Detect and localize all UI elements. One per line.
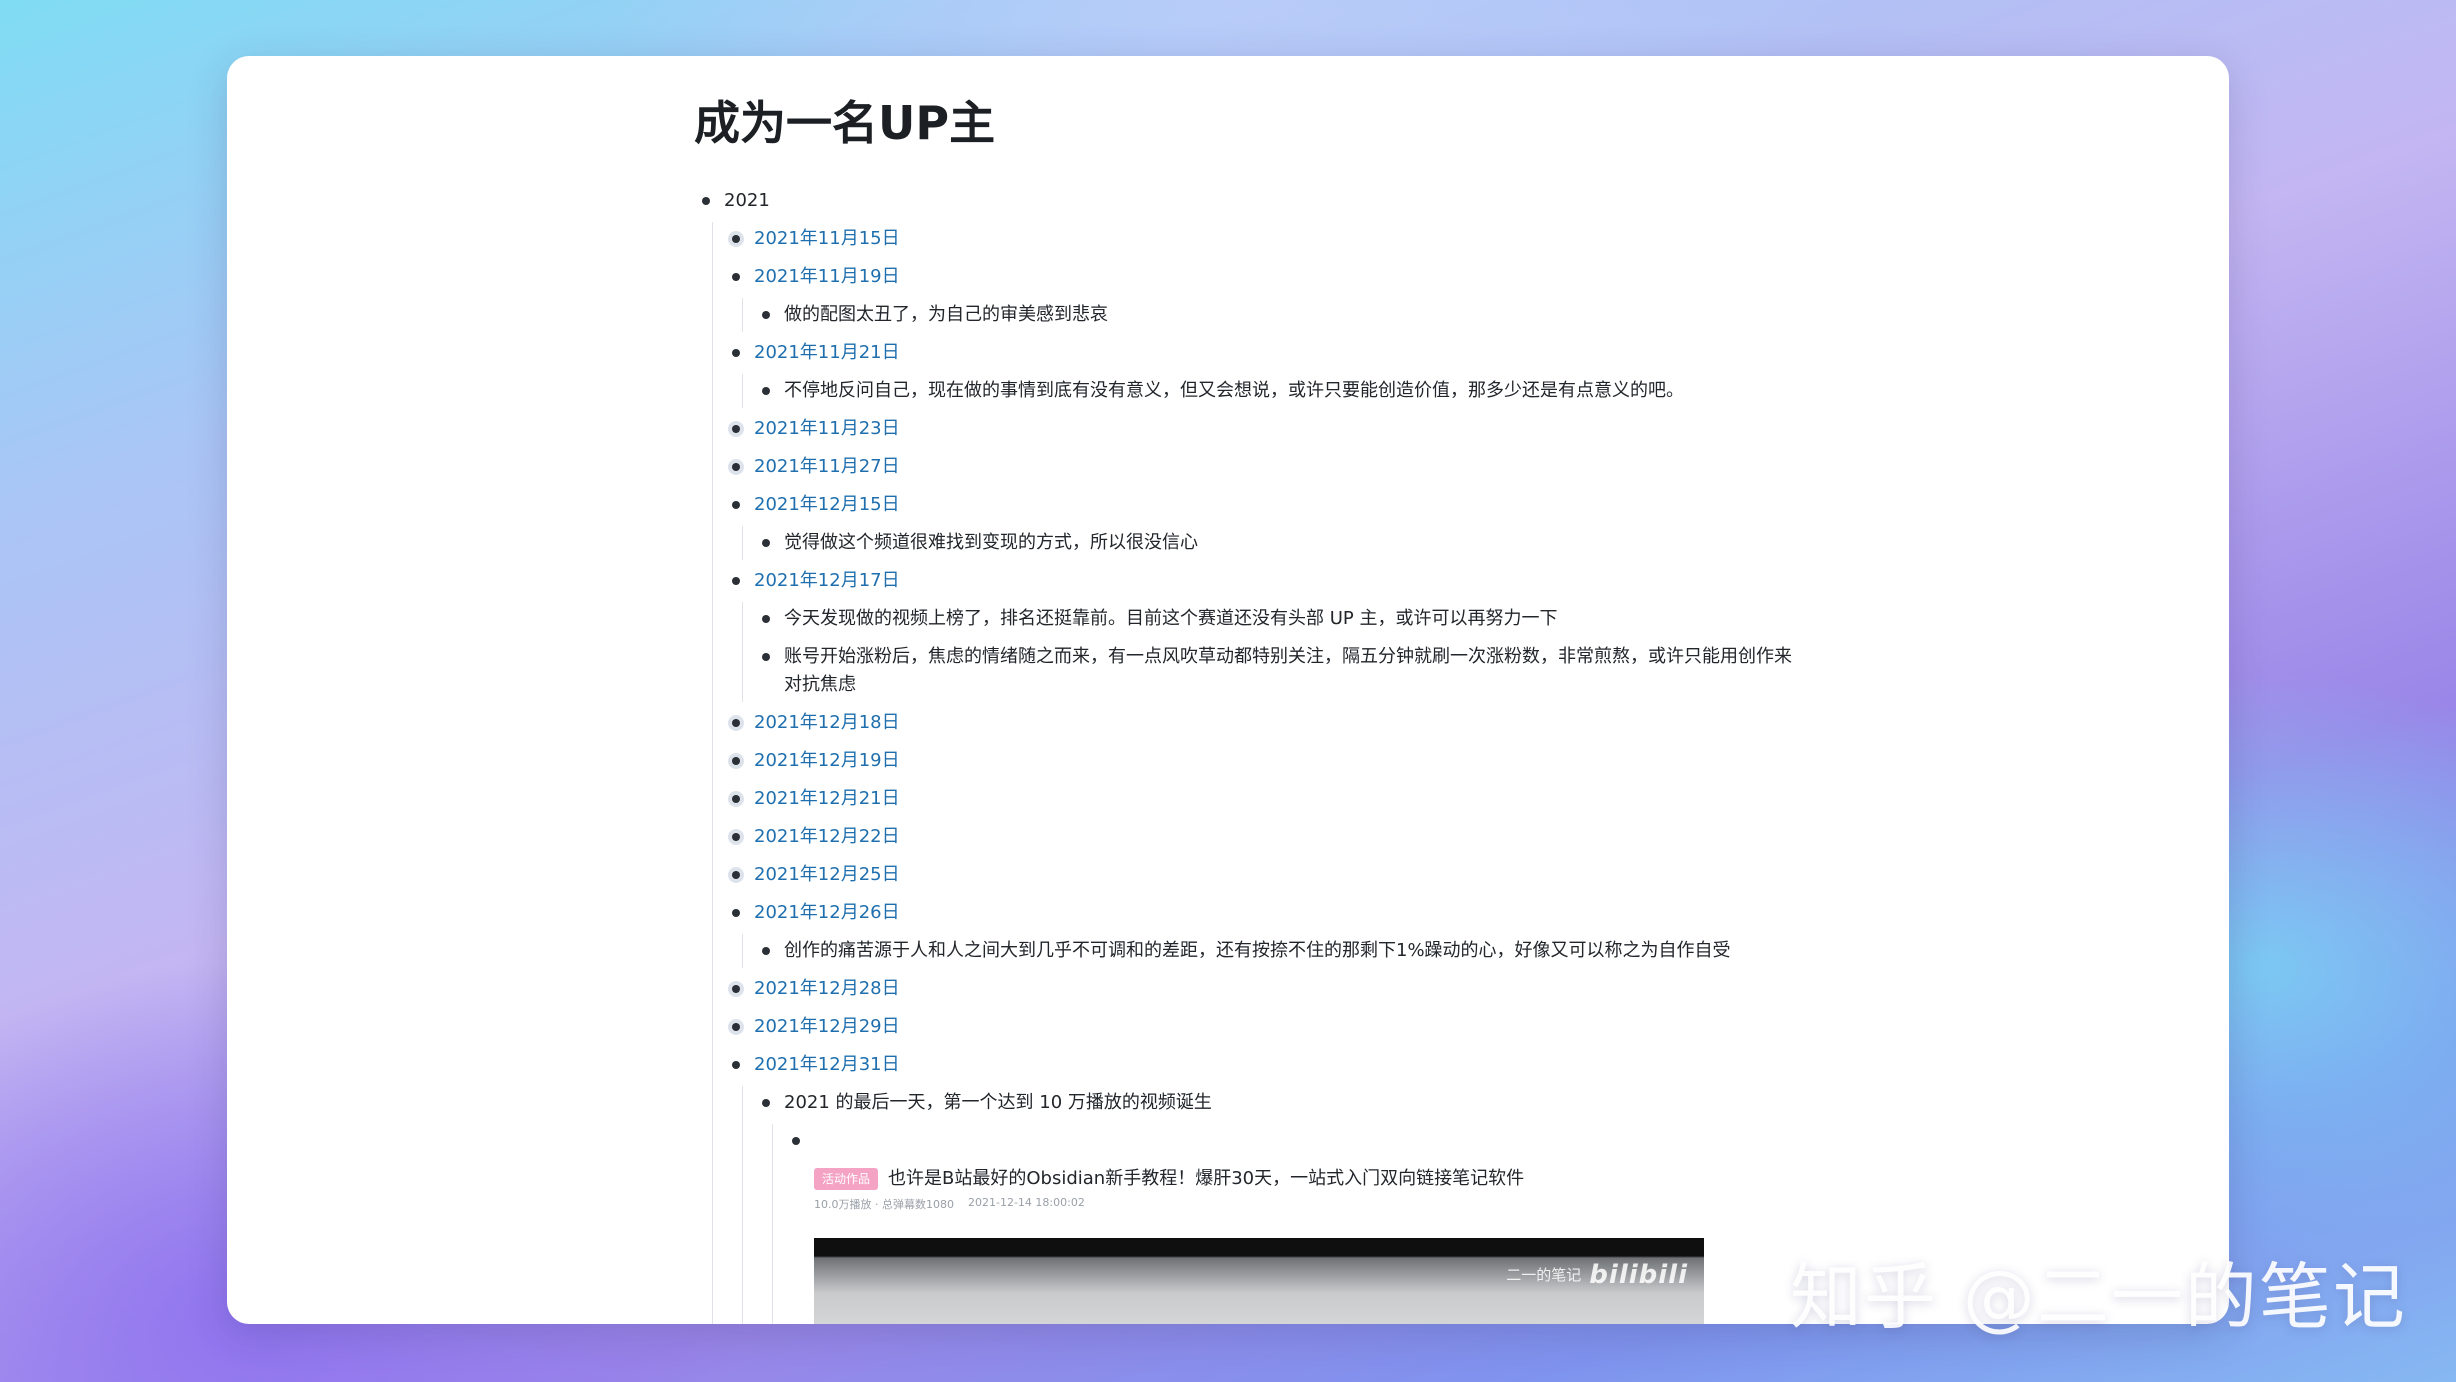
date-link[interactable]: 2021年11月27日 — [754, 456, 900, 477]
note-list: 觉得做这个频道很难找到变现的方式，所以很没信心 — [742, 524, 1794, 562]
note-text: 创作的痛苦源于人和人之间大到几乎不可调和的差距，还有按捺不住的那剩下1%躁动的心… — [784, 939, 1731, 961]
video-frame-caption: 二一的笔记 — [1506, 1266, 1582, 1285]
date-link[interactable]: 2021年12月28日 — [754, 978, 900, 999]
bullet-icon[interactable] — [732, 794, 740, 803]
bullet-icon[interactable] — [762, 538, 770, 547]
note-list: 不停地反问自己，现在做的事情到底有没有意义，但又会想说，或许只要能创造价值，那多… — [742, 372, 1794, 410]
bullet-icon[interactable] — [732, 870, 740, 879]
video-title-row: 活动作品 也许是B站最好的Obsidian新手教程！爆肝30天，一站式入门双向链接… — [814, 1166, 1794, 1192]
activity-badge: 活动作品 — [814, 1167, 879, 1190]
bullet-icon[interactable] — [702, 196, 710, 205]
video-player[interactable]: 二一的笔记 bilibili — [814, 1237, 1704, 1324]
note-item: 账号开始涨粉后，焦虑的情绪随之而来，有一点风吹草动都特别关注，隔五分钟就刷一次涨… — [754, 638, 1794, 704]
embed-item: 活动作品 也许是B站最好的Obsidian新手教程！爆肝30天，一站式入门双向链接… — [784, 1122, 1794, 1324]
video-meta: 10.0万播放 · 总弹幕数1080 2021-12-14 18:00:02 — [814, 1196, 1794, 1212]
bullet-icon[interactable] — [732, 718, 740, 727]
note-text: 不停地反问自己，现在做的事情到底有没有意义，但又会想说，或许只要能创造价值，那多… — [784, 379, 1684, 401]
page-title: 成为一名UP主 — [694, 96, 996, 150]
video-views: 10.0万播放 · 总弹幕数1080 — [814, 1197, 954, 1211]
note-window: 成为一名UP主 2021 2021年11月15日 2021年11月19日做的配图太… — [227, 56, 2229, 1324]
note-text: 今天发现做的视频上榜了，排名还挺靠前。目前这个赛道还没有头部 UP 主，或许可以… — [784, 607, 1558, 629]
date-link[interactable]: 2021年11月23日 — [754, 418, 900, 439]
date-link[interactable]: 2021年11月19日 — [754, 266, 900, 287]
note-text: 账号开始涨粉后，焦虑的情绪随之而来，有一点风吹草动都特别关注，隔五分钟就刷一次涨… — [784, 645, 1792, 695]
date-list: 2021年11月15日 2021年11月19日做的配图太丑了，为自己的审美感到悲哀… — [712, 220, 1794, 1324]
bullet-icon[interactable] — [732, 984, 740, 993]
date-link[interactable]: 2021年12月25日 — [754, 864, 900, 885]
note-item: 不停地反问自己，现在做的事情到底有没有意义，但又会想说，或许只要能创造价值，那多… — [754, 372, 1794, 410]
note-item: 做的配图太丑了，为自己的审美感到悲哀 — [754, 296, 1794, 334]
note-item: 觉得做这个频道很难找到变现的方式，所以很没信心 — [754, 524, 1794, 562]
bullet-icon[interactable] — [762, 386, 770, 395]
document: 成为一名UP主 2021 2021年11月15日 2021年11月19日做的配图太… — [694, 94, 1794, 1324]
bullet-icon[interactable] — [732, 832, 740, 841]
date-entry: 2021年12月25日 — [724, 856, 1794, 894]
bullet-icon[interactable] — [732, 908, 740, 917]
date-entry: 2021年12月26日创作的痛苦源于人和人之间大到几乎不可调和的差距，还有按捺不… — [724, 894, 1794, 970]
date-link[interactable]: 2021年12月18日 — [754, 712, 900, 733]
bullet-icon[interactable] — [792, 1136, 800, 1145]
date-link[interactable]: 2021年11月21日 — [754, 342, 900, 363]
bullet-icon[interactable] — [732, 234, 740, 243]
bullet-icon[interactable] — [762, 652, 770, 661]
embed-list: 活动作品 也许是B站最好的Obsidian新手教程！爆肝30天，一站式入门双向链接… — [772, 1122, 1794, 1324]
bullet-icon[interactable] — [732, 1060, 740, 1069]
note-text: 2021 的最后一天，第一个达到 10 万播放的视频诞生 — [784, 1091, 1212, 1113]
note-text: 做的配图太丑了，为自己的审美感到悲哀 — [784, 303, 1108, 325]
note-item: 2021 的最后一天，第一个达到 10 万播放的视频诞生 活动作品 也许是B站最好… — [754, 1084, 1794, 1324]
date-entry: 2021年11月23日 — [724, 410, 1794, 448]
date-entry: 2021年12月29日 — [724, 1008, 1794, 1046]
outline: 2021 2021年11月15日 2021年11月19日做的配图太丑了，为自己的审… — [694, 182, 1794, 1324]
bullet-icon[interactable] — [762, 946, 770, 955]
date-link[interactable]: 2021年12月31日 — [754, 1054, 900, 1075]
note-list: 2021 的最后一天，第一个达到 10 万播放的视频诞生 活动作品 也许是B站最好… — [742, 1084, 1794, 1324]
bullet-icon[interactable] — [732, 1022, 740, 1031]
note-list: 做的配图太丑了，为自己的审美感到悲哀 — [742, 296, 1794, 334]
date-link[interactable]: 2021年12月19日 — [754, 750, 900, 771]
date-entry: 2021年12月22日 — [724, 818, 1794, 856]
date-entry: 2021年12月19日 — [724, 742, 1794, 780]
note-list: 创作的痛苦源于人和人之间大到几乎不可调和的差距，还有按捺不住的那剩下1%躁动的心… — [742, 932, 1794, 970]
year-label: 2021 — [724, 189, 770, 211]
date-link[interactable]: 2021年12月15日 — [754, 494, 900, 515]
date-entry: 2021年12月18日 — [724, 704, 1794, 742]
date-entry: 2021年12月28日 — [724, 970, 1794, 1008]
bullet-icon[interactable] — [732, 272, 740, 281]
bullet-icon[interactable] — [762, 310, 770, 319]
bullet-icon[interactable] — [762, 614, 770, 623]
outline-year-item: 2021 2021年11月15日 2021年11月19日做的配图太丑了，为自己的审… — [694, 182, 1794, 1324]
date-link[interactable]: 2021年12月22日 — [754, 826, 900, 847]
note-list: 今天发现做的视频上榜了，排名还挺靠前。目前这个赛道还没有头部 UP 主，或许可以… — [742, 600, 1794, 704]
video-watermark: 二一的笔记 bilibili — [1506, 1260, 1688, 1290]
date-link[interactable]: 2021年12月29日 — [754, 1016, 900, 1037]
bullet-icon[interactable] — [732, 756, 740, 765]
date-entry: 2021年12月17日今天发现做的视频上榜了，排名还挺靠前。目前这个赛道还没有头… — [724, 562, 1794, 704]
date-entry: 2021年11月19日做的配图太丑了，为自己的审美感到悲哀 — [724, 258, 1794, 334]
date-entry: 2021年12月15日觉得做这个频道很难找到变现的方式，所以很没信心 — [724, 486, 1794, 562]
bullet-icon[interactable] — [732, 500, 740, 509]
site-watermark: 知乎 @二一的笔记 — [1790, 1255, 2407, 1339]
date-entry: 2021年11月15日 — [724, 220, 1794, 258]
date-entry: 2021年11月21日不停地反问自己，现在做的事情到底有没有意义，但又会想说，或… — [724, 334, 1794, 410]
bullet-icon[interactable] — [762, 1098, 770, 1107]
date-entry: 2021年12月31日 2021 的最后一天，第一个达到 10 万播放的视频诞生 … — [724, 1046, 1794, 1324]
note-text: 觉得做这个频道很难找到变现的方式，所以很没信心 — [784, 531, 1198, 553]
date-entry: 2021年11月27日 — [724, 448, 1794, 486]
note-item: 创作的痛苦源于人和人之间大到几乎不可调和的差距，还有按捺不住的那剩下1%躁动的心… — [754, 932, 1794, 970]
bilibili-logo-icon: bilibili — [1589, 1259, 1688, 1290]
bullet-icon[interactable] — [732, 576, 740, 585]
video-title[interactable]: 也许是B站最好的Obsidian新手教程！爆肝30天，一站式入门双向链接笔记软件 — [888, 1166, 1524, 1192]
date-link[interactable]: 2021年12月17日 — [754, 570, 900, 591]
video-embed[interactable]: 活动作品 也许是B站最好的Obsidian新手教程！爆肝30天，一站式入门双向链接… — [814, 1166, 1794, 1324]
note-item: 今天发现做的视频上榜了，排名还挺靠前。目前这个赛道还没有头部 UP 主，或许可以… — [754, 600, 1794, 638]
bullet-icon[interactable] — [732, 348, 740, 357]
date-entry: 2021年12月21日 — [724, 780, 1794, 818]
video-date: 2021-12-14 18:00:02 — [967, 1195, 1085, 1209]
bullet-icon[interactable] — [732, 424, 740, 433]
date-link[interactable]: 2021年12月21日 — [754, 788, 900, 809]
date-link[interactable]: 2021年12月26日 — [754, 902, 900, 923]
date-link[interactable]: 2021年11月15日 — [754, 228, 900, 249]
bullet-icon[interactable] — [732, 462, 740, 471]
